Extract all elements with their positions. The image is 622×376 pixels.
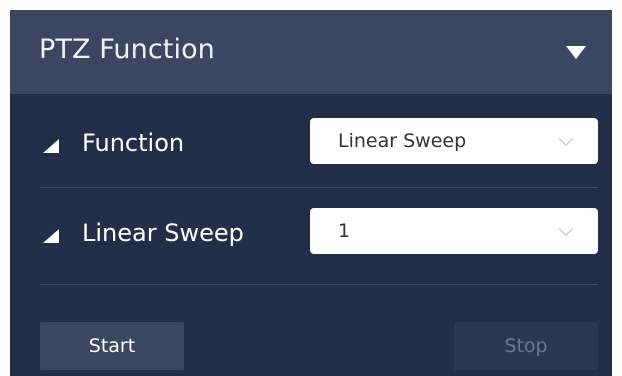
triangle-corner-icon: [43, 229, 59, 243]
triangle-down-icon: [566, 46, 586, 59]
chevron-down-icon: [558, 227, 574, 236]
start-button[interactable]: Start: [40, 322, 184, 370]
row-divider: [40, 187, 598, 188]
row-divider: [40, 284, 598, 285]
function-select[interactable]: Linear Sweep: [310, 118, 598, 164]
function-label: Function: [82, 129, 185, 157]
linear-sweep-row: Linear Sweep 1: [10, 192, 612, 282]
ptz-function-panel: PTZ Function Function Linear Sweep Linea…: [10, 10, 612, 376]
panel-header[interactable]: PTZ Function: [10, 10, 612, 94]
triangle-corner-icon: [43, 139, 59, 153]
function-row: Function Linear Sweep: [10, 102, 612, 192]
linear-sweep-select-value: 1: [338, 220, 351, 242]
linear-sweep-select[interactable]: 1: [310, 208, 598, 254]
chevron-down-icon: [558, 137, 574, 146]
function-select-value: Linear Sweep: [338, 130, 467, 152]
collapse-toggle[interactable]: [556, 34, 596, 70]
panel-title: PTZ Function: [39, 34, 215, 65]
stop-button[interactable]: Stop: [454, 322, 598, 370]
linear-sweep-label: Linear Sweep: [82, 219, 244, 247]
